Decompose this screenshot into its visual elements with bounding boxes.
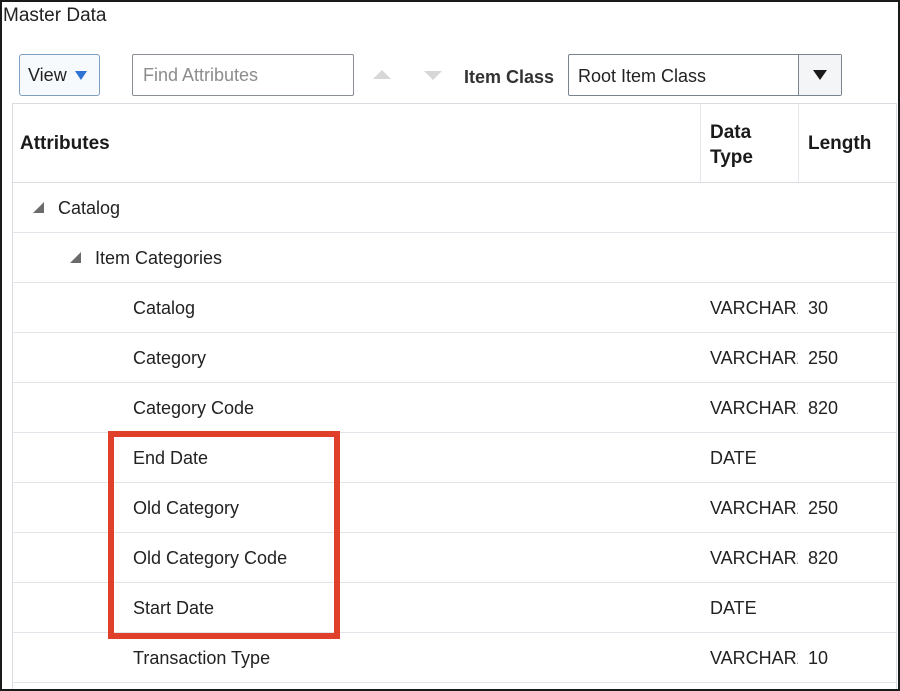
length-cell: 250 xyxy=(808,498,839,518)
data-type-cell: VARCHAR2 xyxy=(710,498,798,518)
item-class-value: Root Item Class xyxy=(578,66,707,86)
attribute-name: Item Categories xyxy=(95,248,223,268)
column-header-data-type[interactable]: Data Type xyxy=(710,120,790,170)
data-type-cell: VARCHAR2 xyxy=(710,548,798,568)
table-row[interactable]: Catalog xyxy=(13,183,896,233)
previous-match-icon[interactable] xyxy=(373,70,391,79)
table-row[interactable]: Item Categories xyxy=(13,233,896,283)
item-class-select[interactable]: Root Item Class xyxy=(568,54,842,96)
attribute-name: Category xyxy=(133,348,207,368)
table-row[interactable]: Old Category VARCHAR2 250 xyxy=(13,483,896,533)
master-data-panel: Master Data View Item Class Root Item Cl… xyxy=(0,0,900,691)
table-row[interactable]: Old Category Code VARCHAR2 820 xyxy=(13,533,896,583)
length-cell: 250 xyxy=(808,348,839,368)
table-row[interactable]: Catalog VARCHAR2 30 xyxy=(13,283,896,333)
page-title: Master Data xyxy=(3,5,107,26)
data-type-cell: VARCHAR2 xyxy=(710,648,798,668)
attribute-name: Catalog xyxy=(58,198,121,218)
attribute-name: Start Date xyxy=(133,598,215,618)
data-type-cell: DATE xyxy=(710,448,757,468)
attribute-name: Category Code xyxy=(133,398,255,418)
attribute-name: Catalog xyxy=(133,298,196,318)
item-class-dropdown-button[interactable] xyxy=(798,55,841,95)
attribute-name: Transaction Type xyxy=(133,648,271,668)
attribute-name: Old Category xyxy=(133,498,240,518)
dropdown-arrow-icon xyxy=(813,70,827,80)
column-divider[interactable] xyxy=(798,104,799,182)
column-header-attributes[interactable]: Attributes xyxy=(20,133,110,155)
length-cell: 10 xyxy=(808,648,829,668)
column-divider[interactable] xyxy=(700,104,701,182)
attribute-name: Old Category Code xyxy=(133,548,288,568)
item-class-label: Item Class xyxy=(464,67,555,87)
data-type-cell: DATE xyxy=(710,598,757,618)
collapse-triangle-icon[interactable] xyxy=(33,202,44,213)
collapse-triangle-icon[interactable] xyxy=(70,252,81,263)
view-label: View xyxy=(28,64,67,85)
table-row[interactable]: Start Date DATE xyxy=(13,583,896,633)
table-header: Attributes Data Type Length xyxy=(13,104,896,183)
attributes-table: Attributes Data Type Length Catalog Item … xyxy=(12,103,897,689)
column-header-length[interactable]: Length xyxy=(808,133,871,155)
length-cell: 820 xyxy=(808,398,839,418)
table-row[interactable]: Transaction Type VARCHAR2 10 xyxy=(13,633,896,683)
data-type-cell: VARCHAR2 xyxy=(710,298,798,318)
length-cell: 820 xyxy=(808,548,839,568)
table-row[interactable]: Category VARCHAR2 250 xyxy=(13,333,896,383)
attribute-name: End Date xyxy=(133,448,209,468)
next-match-icon[interactable] xyxy=(424,71,442,80)
length-cell: 30 xyxy=(808,298,829,318)
find-attributes-input[interactable] xyxy=(132,54,354,96)
view-menu-button[interactable]: View xyxy=(19,54,100,96)
table-row[interactable]: End Date DATE xyxy=(13,433,896,483)
table-row[interactable]: Category Code VARCHAR2 820 xyxy=(13,383,896,433)
chevron-down-icon xyxy=(74,70,87,80)
data-type-cell: VARCHAR2 xyxy=(710,398,798,418)
data-type-cell: VARCHAR2 xyxy=(710,348,798,368)
